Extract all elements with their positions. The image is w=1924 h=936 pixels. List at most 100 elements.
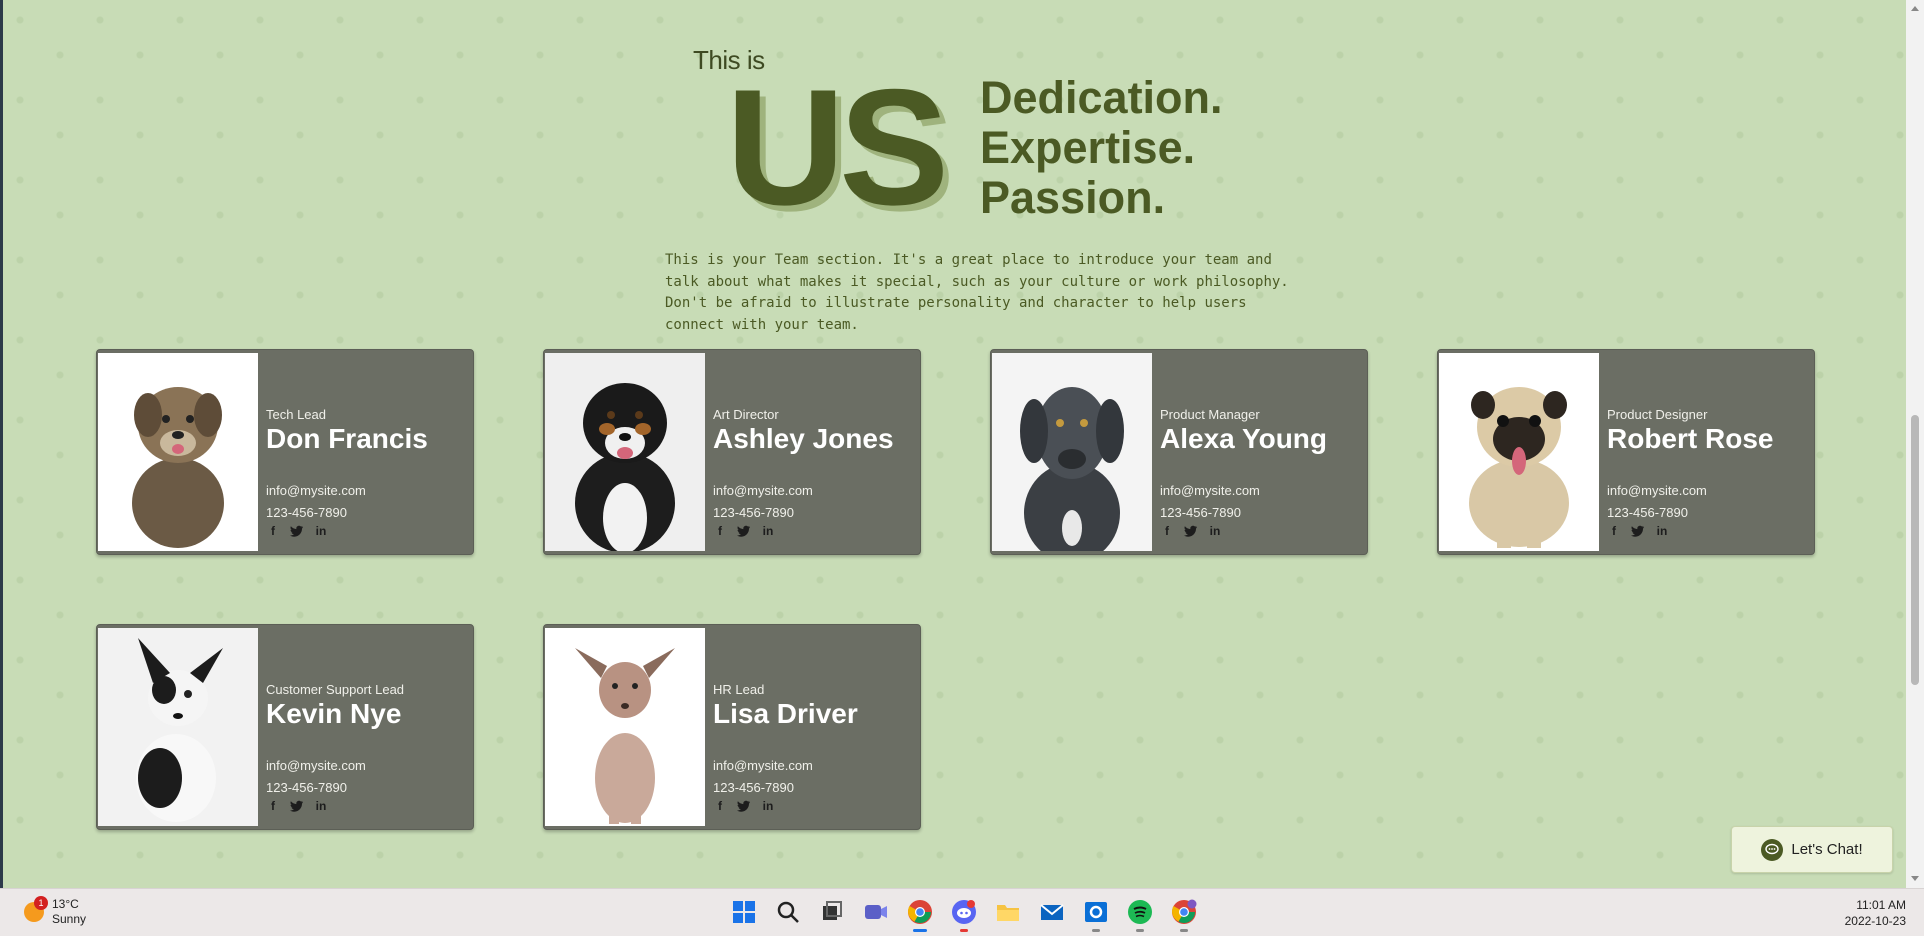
task-view-icon[interactable] (816, 896, 848, 928)
page-scrollbar[interactable] (1906, 0, 1924, 888)
team-photo (1439, 353, 1599, 551)
team-name: Alexa Young (1160, 423, 1328, 454)
linkedin-icon[interactable]: in (1208, 524, 1222, 538)
social-links: f in (1160, 524, 1222, 538)
linkedin-icon[interactable]: in (761, 524, 775, 538)
team-email[interactable]: info@mysite.com (713, 758, 813, 773)
social-links: f in (713, 799, 775, 813)
team-card-alexa-young: Product Manager Alexa Young info@mysite.… (990, 349, 1368, 555)
chat-bubble-icon (1761, 838, 1784, 861)
team-role: Customer Support Lead (266, 682, 405, 697)
social-links: f in (266, 524, 328, 538)
team-phone: 123-456-7890 (713, 780, 794, 795)
outlook-icon[interactable] (1080, 896, 1112, 932)
hero-big-text: US (726, 55, 949, 239)
teams-icon[interactable] (860, 896, 892, 928)
team-phone: 123-456-7890 (266, 505, 347, 520)
tagline-passion: Passion. (980, 172, 1166, 223)
facebook-icon[interactable]: f (1160, 524, 1174, 538)
mail-icon[interactable] (1036, 896, 1068, 928)
team-role: Product Manager (1160, 407, 1260, 422)
team-info: Customer Support Lead Kevin Nye info@mys… (266, 625, 473, 829)
twitter-icon[interactable] (737, 799, 751, 813)
team-intro-text: This is your Team section. It's a great … (665, 252, 1289, 333)
team-card-don-francis: Tech Lead Don Francis info@mysite.com 12… (96, 349, 474, 555)
team-phone: 123-456-7890 (713, 505, 794, 520)
team-name: Don Francis (266, 423, 428, 454)
chrome-icon[interactable] (904, 896, 936, 932)
team-card-lisa-driver: HR Lead Lisa Driver info@mysite.com 123-… (543, 624, 921, 830)
window-edge (0, 0, 3, 888)
twitter-icon[interactable] (1631, 524, 1645, 538)
team-email[interactable]: info@mysite.com (713, 483, 813, 498)
facebook-icon[interactable]: f (266, 524, 280, 538)
team-info: Product Designer Robert Rose info@mysite… (1607, 350, 1814, 554)
sun-icon: 1 (24, 896, 48, 922)
notification-badge: 1 (34, 896, 48, 910)
clock-time: 11:01 AM (1856, 898, 1906, 912)
team-email[interactable]: info@mysite.com (266, 483, 366, 498)
scroll-up-icon[interactable] (1911, 6, 1919, 11)
team-phone: 123-456-7890 (266, 780, 347, 795)
team-email[interactable]: info@mysite.com (1160, 483, 1260, 498)
team-role: Product Designer (1607, 407, 1708, 422)
social-links: f in (266, 799, 328, 813)
team-email[interactable]: info@mysite.com (1607, 483, 1707, 498)
team-phone: 123-456-7890 (1160, 505, 1241, 520)
facebook-icon[interactable]: f (266, 799, 280, 813)
tagline-dedication: Dedication. (980, 72, 1223, 123)
team-role: Art Director (713, 407, 779, 422)
team-name: Robert Rose (1607, 423, 1774, 454)
windows-taskbar: 1 13°C Sunny 11:01 AM 2022-10-23 (0, 888, 1924, 936)
lets-chat-button[interactable]: Let's Chat! (1731, 826, 1893, 873)
social-links: f in (713, 524, 775, 538)
twitter-icon[interactable] (737, 524, 751, 538)
team-photo (98, 353, 258, 551)
social-links: f in (1607, 524, 1669, 538)
windows-start-icon[interactable] (728, 896, 760, 928)
team-card-ashley-jones: Art Director Ashley Jones info@mysite.co… (543, 349, 921, 555)
weather-widget[interactable]: 1 13°C Sunny (24, 896, 87, 927)
team-photo (98, 628, 258, 826)
team-card-robert-rose: Product Designer Robert Rose info@mysite… (1437, 349, 1815, 555)
twitter-icon[interactable] (290, 799, 304, 813)
chrome-profile-icon[interactable] (1168, 896, 1200, 932)
system-clock[interactable]: 11:01 AM 2022-10-23 (1845, 897, 1906, 929)
team-info: Art Director Ashley Jones info@mysite.co… (713, 350, 920, 554)
team-photo (545, 628, 705, 826)
team-role: Tech Lead (266, 407, 326, 422)
team-photo (545, 353, 705, 551)
team-email[interactable]: info@mysite.com (266, 758, 366, 773)
team-photo (992, 353, 1152, 551)
linkedin-icon[interactable]: in (314, 524, 328, 538)
facebook-icon[interactable]: f (713, 799, 727, 813)
twitter-icon[interactable] (1184, 524, 1198, 538)
team-page: This is US Dedication. Expertise. Passio… (0, 0, 1906, 888)
linkedin-icon[interactable]: in (314, 799, 328, 813)
tagline-expertise: Expertise. (980, 122, 1196, 173)
search-icon[interactable] (772, 896, 804, 928)
linkedin-icon[interactable]: in (1655, 524, 1669, 538)
chat-label: Let's Chat! (1791, 841, 1863, 858)
weather-temp: 13°C (52, 897, 79, 911)
spotify-icon[interactable] (1124, 896, 1156, 932)
scroll-down-icon[interactable] (1911, 876, 1919, 881)
twitter-icon[interactable] (290, 524, 304, 538)
team-info: Product Manager Alexa Young info@mysite.… (1160, 350, 1367, 554)
team-card-kevin-nye: Customer Support Lead Kevin Nye info@mys… (96, 624, 474, 830)
team-name: Ashley Jones (713, 423, 894, 454)
weather-desc: Sunny (52, 912, 87, 926)
file-explorer-icon[interactable] (992, 896, 1024, 928)
scroll-thumb[interactable] (1911, 415, 1919, 685)
clock-date: 2022-10-23 (1844, 914, 1906, 928)
facebook-icon[interactable]: f (1607, 524, 1621, 538)
team-phone: 123-456-7890 (1607, 505, 1688, 520)
hero-heading: This is US Dedication. Expertise. Passio… (693, 45, 1293, 230)
linkedin-icon[interactable]: in (761, 799, 775, 813)
facebook-icon[interactable]: f (713, 524, 727, 538)
team-role: HR Lead (713, 682, 765, 697)
team-info: HR Lead Lisa Driver info@mysite.com 123-… (713, 625, 920, 829)
discord-icon[interactable] (948, 896, 980, 932)
taskbar-apps (728, 896, 1200, 932)
team-name: Lisa Driver (713, 698, 858, 729)
